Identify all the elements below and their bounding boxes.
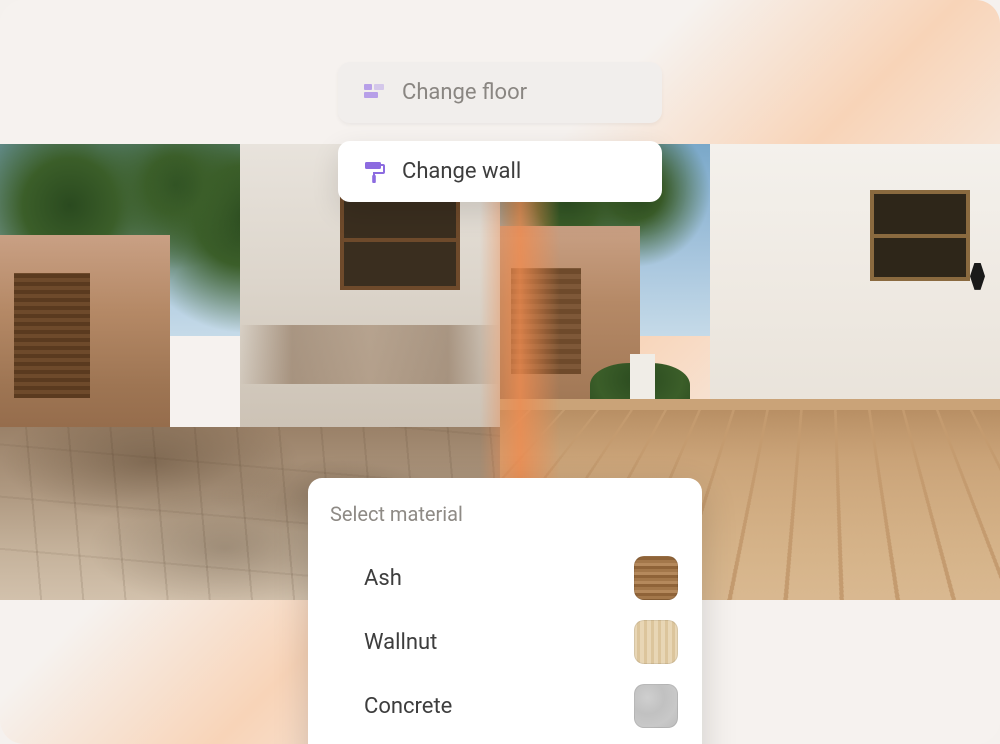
material-panel: Select material Ash Wallnut Concrete Whi… bbox=[308, 478, 702, 744]
menu-item-label: Change wall bbox=[402, 159, 521, 184]
action-menu: Change floor Change wall bbox=[338, 62, 662, 202]
material-option-ash[interactable]: Ash bbox=[336, 546, 682, 610]
floor-icon bbox=[362, 81, 386, 105]
material-swatch-ash bbox=[634, 556, 678, 600]
material-swatch-walnut bbox=[634, 620, 678, 664]
change-wall-button[interactable]: Change wall bbox=[338, 141, 662, 202]
material-list: Ash Wallnut Concrete White paint bbox=[336, 546, 682, 744]
change-floor-button[interactable]: Change floor bbox=[338, 62, 662, 123]
material-panel-title: Select material bbox=[330, 502, 682, 526]
material-name: Concrete bbox=[364, 694, 452, 719]
editor-canvas: Change floor Change wall Select material… bbox=[0, 0, 1000, 744]
paint-roller-icon bbox=[362, 160, 386, 184]
material-option-concrete[interactable]: Concrete bbox=[336, 674, 682, 738]
material-option-white-paint[interactable]: White paint bbox=[336, 738, 682, 744]
material-name: Ash bbox=[364, 566, 402, 591]
menu-item-label: Change floor bbox=[402, 80, 527, 105]
material-option-walnut[interactable]: Wallnut bbox=[336, 610, 682, 674]
material-swatch-concrete bbox=[634, 684, 678, 728]
material-name: Wallnut bbox=[364, 630, 437, 655]
